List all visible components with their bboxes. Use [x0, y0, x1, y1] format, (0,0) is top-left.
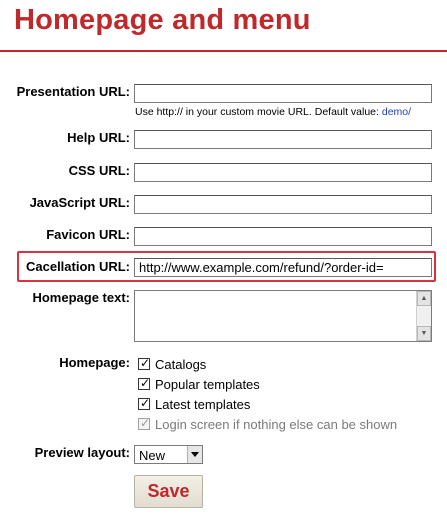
preview-layout-value: New — [139, 448, 166, 463]
check-icon: ✓ — [140, 376, 151, 390]
favicon-url-label: Favicon URL: — [46, 227, 130, 242]
cancellation-url-input[interactable] — [134, 258, 432, 277]
homepage-label: Homepage: — [59, 355, 130, 370]
help-url-label: Help URL: — [67, 130, 130, 145]
css-url-input[interactable] — [134, 163, 432, 182]
javascript-url-input[interactable] — [134, 195, 432, 214]
login-screen-label: Login screen if nothing else can be show… — [155, 417, 398, 432]
popular-templates-checkbox[interactable]: ✓ — [138, 376, 151, 390]
catalogs-checkbox[interactable]: ✓ — [138, 356, 151, 370]
chevron-down-icon — [191, 452, 199, 457]
latest-templates-label: Latest templates — [155, 397, 251, 412]
homepage-text-label: Homepage text: — [32, 290, 130, 305]
scroll-up-icon[interactable]: ▲ — [417, 291, 431, 306]
popular-templates-label: Popular templates — [155, 377, 260, 392]
presentation-url-input[interactable] — [134, 84, 432, 103]
check-icon: ✓ — [140, 396, 151, 410]
check-icon: ✓ — [140, 356, 151, 370]
presentation-url-hint: Use http:// in your custom movie URL. De… — [135, 106, 411, 118]
save-button[interactable]: Save — [134, 475, 203, 508]
scroll-down-icon[interactable]: ▼ — [417, 326, 431, 341]
preview-layout-select[interactable]: New — [134, 445, 203, 464]
preview-layout-label: Preview layout: — [34, 445, 130, 460]
dropdown-button[interactable] — [187, 446, 202, 463]
javascript-url-label: JavaScript URL: — [29, 195, 130, 210]
css-url-label: CSS URL: — [68, 163, 130, 178]
latest-templates-checkbox[interactable]: ✓ — [138, 396, 151, 410]
presentation-url-hint-text: Use http:// in your custom movie URL. De… — [135, 106, 379, 118]
catalogs-label: Catalogs — [155, 357, 207, 372]
title-divider — [0, 50, 447, 52]
default-value-link[interactable]: demo/ — [382, 106, 411, 118]
homepage-text-area[interactable]: ▲ ▼ — [134, 290, 432, 342]
help-url-input[interactable] — [134, 130, 432, 149]
presentation-url-label: Presentation URL: — [16, 84, 130, 99]
homepage-text-scrollbar[interactable]: ▲ ▼ — [416, 291, 431, 341]
cancellation-url-label: Cacellation URL: — [25, 259, 130, 274]
check-icon: ✓ — [140, 416, 151, 430]
login-screen-checkbox: ✓ — [138, 416, 151, 430]
favicon-url-input[interactable] — [134, 227, 432, 246]
page-title: Homepage and menu — [14, 4, 311, 36]
